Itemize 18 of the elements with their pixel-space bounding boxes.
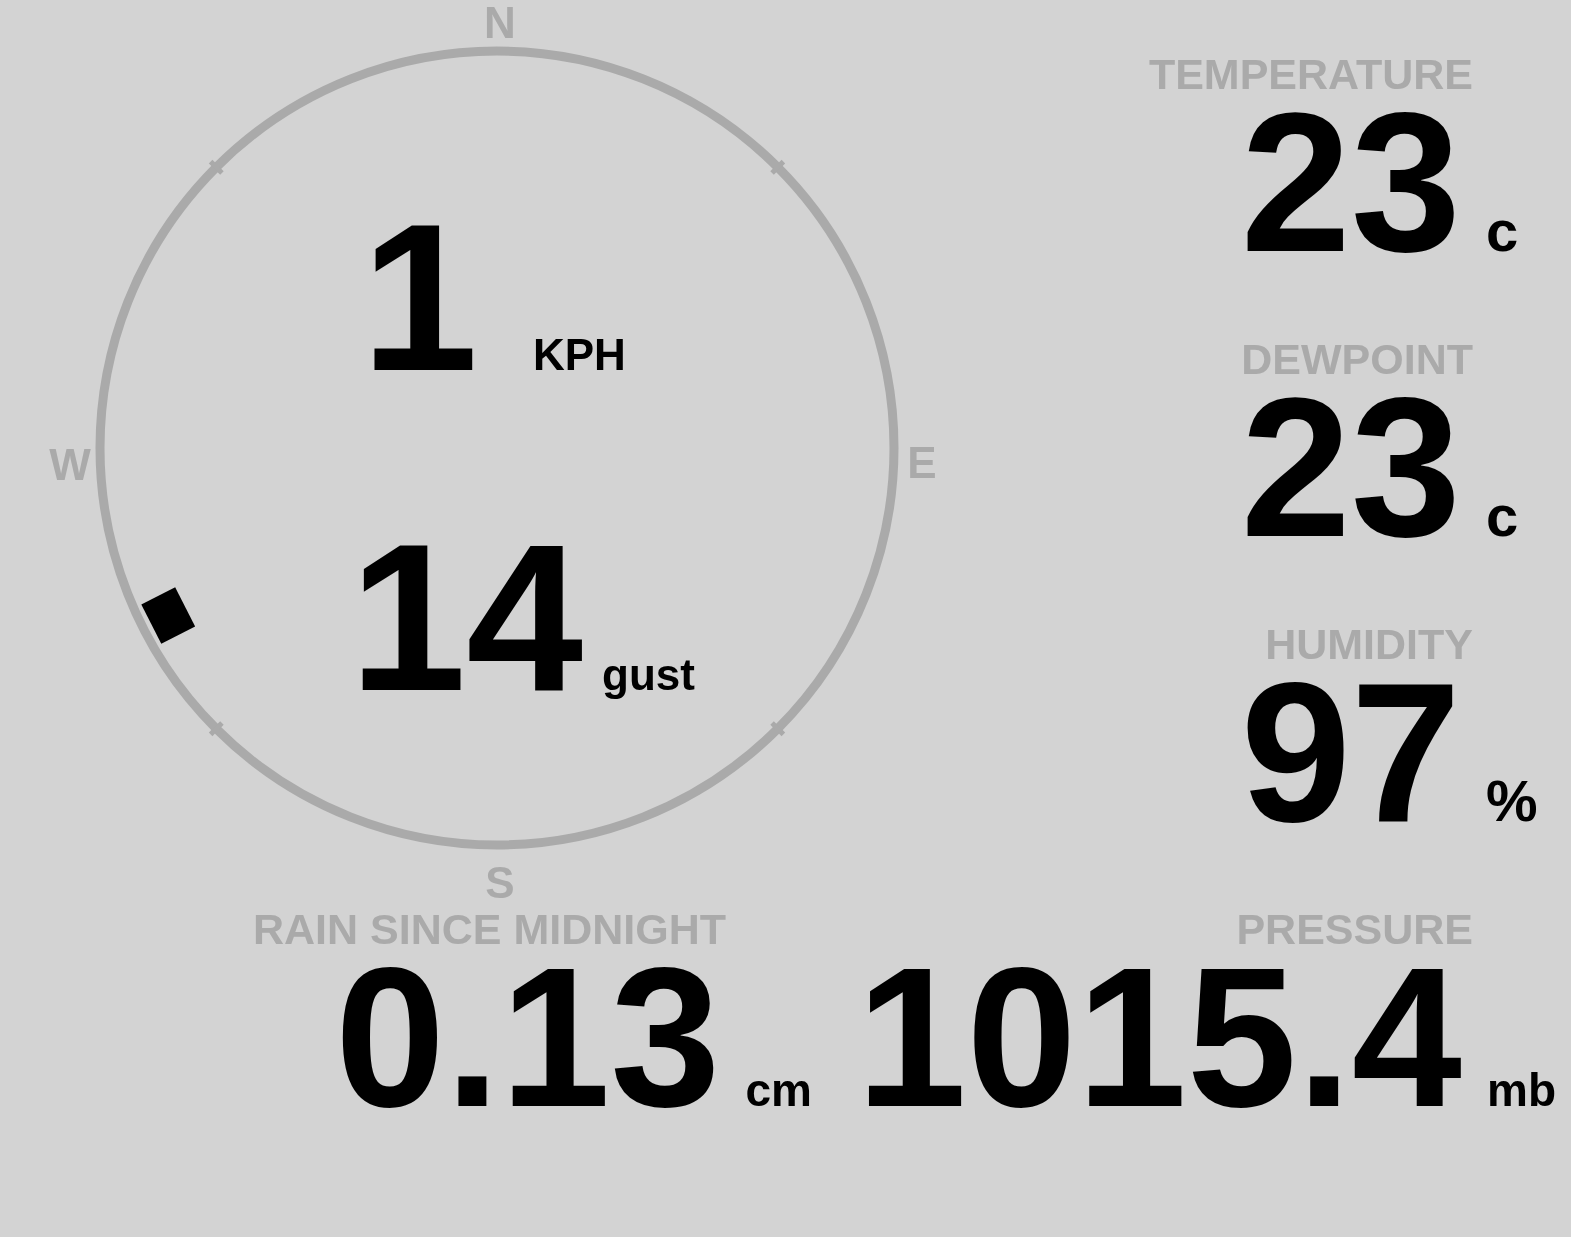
- pressure-value: 1015.4: [856, 953, 1462, 1123]
- reading-value: 97: [1240, 668, 1461, 838]
- rain-unit: cm: [745, 1063, 812, 1117]
- gust-unit: gust: [602, 650, 695, 699]
- rain-value: 0.13: [335, 953, 721, 1123]
- reading-value: 23: [1240, 98, 1461, 268]
- reading-unit: c: [1486, 197, 1520, 264]
- compass-tick: [770, 721, 786, 737]
- wind-speed-unit: KPH: [533, 330, 626, 379]
- reading-unit: c: [1486, 482, 1520, 549]
- compass-tick: [770, 159, 786, 175]
- gust-speed: 14: [349, 500, 583, 735]
- wind-speed: 1: [361, 180, 478, 415]
- compass-tick: [208, 721, 224, 737]
- compass-tick: [208, 159, 224, 175]
- reading-unit: %: [1486, 767, 1539, 834]
- pressure-unit: mb: [1487, 1063, 1556, 1117]
- reading-value: 23: [1240, 383, 1461, 553]
